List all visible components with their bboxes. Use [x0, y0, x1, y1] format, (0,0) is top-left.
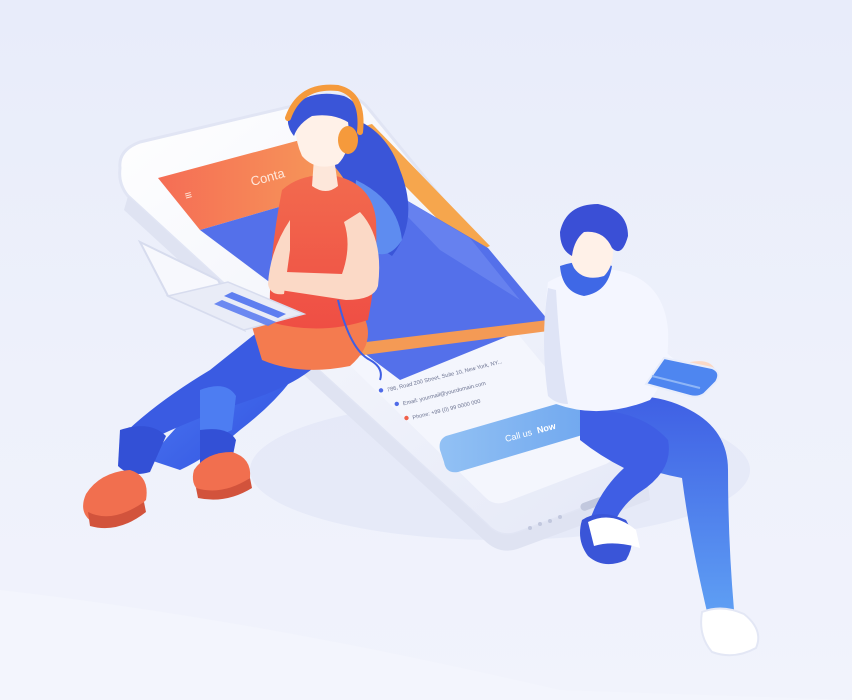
woman-shin-left [118, 426, 166, 474]
headphones-earcup [338, 126, 358, 154]
man-shoe-back [700, 607, 760, 657]
woman-knee [200, 386, 236, 436]
illustration: Conta ≡ 786, Road 200 Street, Suite 10, … [0, 84, 852, 700]
illustration-canvas: Conta ≡ 786, Road 200 Street, Suite 10, … [0, 0, 852, 700]
